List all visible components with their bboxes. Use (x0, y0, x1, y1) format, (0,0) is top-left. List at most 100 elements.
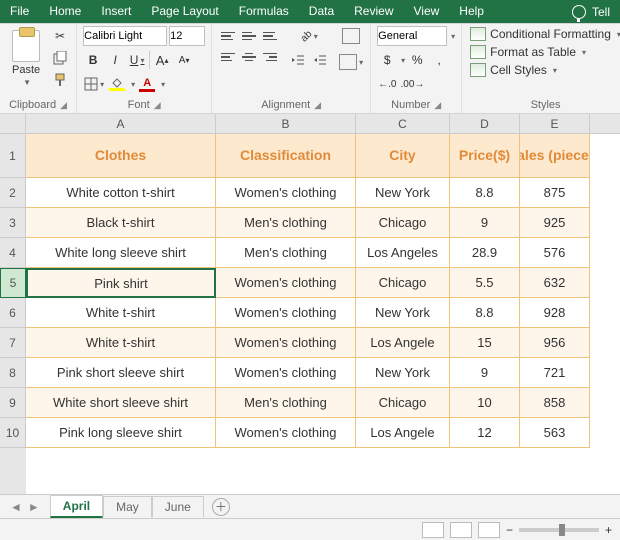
cell[interactable]: Women's clothing (216, 298, 356, 328)
column-header-D[interactable]: D (450, 114, 520, 133)
cell[interactable]: White cotton t-shirt (26, 178, 216, 208)
cell[interactable]: New York (356, 358, 450, 388)
row-header-9[interactable]: 9 (0, 388, 26, 418)
cell[interactable]: Men's clothing (216, 388, 356, 418)
dialog-launcher-icon[interactable]: ◢ (60, 100, 67, 111)
row-header-6[interactable]: 6 (0, 298, 26, 328)
header-cell[interactable]: Clothes (26, 134, 216, 178)
cell[interactable]: White long sleeve shirt (26, 238, 216, 268)
chevron-down-icon[interactable]: ▾ (401, 56, 405, 65)
cell-styles-button[interactable]: Cell Styles▾ (468, 62, 620, 78)
wrap-text-button[interactable] (341, 26, 361, 46)
percent-format-button[interactable]: % (407, 50, 427, 70)
page-break-view-button[interactable] (478, 522, 500, 538)
cell[interactable]: 563 (520, 418, 590, 448)
row-header-8[interactable]: 8 (0, 358, 26, 388)
align-middle-button[interactable] (239, 26, 259, 46)
dialog-launcher-icon[interactable]: ◢ (154, 100, 161, 111)
tab-view[interactable]: View (404, 0, 450, 23)
tab-help[interactable]: Help (449, 0, 494, 23)
zoom-in-button[interactable]: + (605, 523, 612, 537)
cell[interactable]: New York (356, 298, 450, 328)
row-header-1[interactable]: 1 (0, 134, 26, 178)
comma-format-button[interactable]: , (429, 50, 449, 70)
row-header-2[interactable]: 2 (0, 178, 26, 208)
number-format-select[interactable] (377, 26, 447, 46)
cut-button[interactable]: ✂ (50, 26, 70, 46)
worksheet-grid[interactable]: ClothesClassificationCityPrice($)Sales (… (26, 134, 620, 494)
cell[interactable]: 8.8 (450, 178, 520, 208)
sheet-tab-active[interactable]: April (50, 495, 103, 518)
dialog-launcher-icon[interactable]: ◢ (314, 100, 321, 111)
cell[interactable]: Chicago (356, 388, 450, 418)
cell[interactable]: Women's clothing (216, 328, 356, 358)
align-left-button[interactable] (218, 47, 238, 67)
paste-button[interactable]: Paste ▼ (6, 26, 46, 91)
column-header-A[interactable]: A (26, 114, 216, 133)
cell[interactable]: Chicago (356, 268, 450, 298)
align-center-button[interactable] (239, 47, 259, 67)
zoom-slider[interactable] (519, 528, 599, 532)
header-cell[interactable]: Classification (216, 134, 356, 178)
row-header-4[interactable]: 4 (0, 238, 26, 268)
cell[interactable]: 875 (520, 178, 590, 208)
cell[interactable]: 5.5 (450, 268, 520, 298)
normal-view-button[interactable] (422, 522, 444, 538)
cell[interactable]: Women's clothing (216, 358, 356, 388)
underline-button[interactable]: U▾ (127, 50, 147, 70)
increase-decimal-button[interactable]: ←.0 (377, 74, 397, 94)
cell[interactable]: White short sleeve shirt (26, 388, 216, 418)
header-cell[interactable]: Price($) (450, 134, 520, 178)
header-cell[interactable]: City (356, 134, 450, 178)
cell[interactable]: 925 (520, 208, 590, 238)
cell[interactable]: Pink short sleeve shirt (26, 358, 216, 388)
merge-center-button[interactable]: ▾ (338, 52, 364, 72)
sheet-tab[interactable]: June (152, 496, 204, 517)
tab-file[interactable]: File (0, 0, 39, 23)
chevron-down-icon[interactable]: ▾ (131, 80, 135, 89)
select-all-cell[interactable] (0, 114, 26, 133)
cell[interactable]: Women's clothing (216, 418, 356, 448)
format-painter-button[interactable] (50, 70, 70, 90)
accounting-format-button[interactable]: $ (377, 50, 397, 70)
tab-data[interactable]: Data (299, 0, 344, 23)
row-header-3[interactable]: 3 (0, 208, 26, 238)
column-header-C[interactable]: C (356, 114, 450, 133)
font-size-select[interactable] (169, 26, 205, 46)
cell[interactable]: Los Angele (356, 328, 450, 358)
cell[interactable]: 15 (450, 328, 520, 358)
sheet-tab[interactable]: May (103, 496, 152, 517)
tab-home[interactable]: Home (39, 0, 91, 23)
cell[interactable]: Men's clothing (216, 238, 356, 268)
decrease-font-button[interactable]: A▾ (174, 50, 194, 70)
cell[interactable]: Los Angele (356, 418, 450, 448)
format-as-table-button[interactable]: Format as Table▾ (468, 44, 620, 60)
cell[interactable]: Pink long sleeve shirt (26, 418, 216, 448)
decrease-decimal-button[interactable]: .00→ (400, 74, 426, 94)
header-cell[interactable]: Sales (pieces) (520, 134, 590, 178)
cell[interactable]: 632 (520, 268, 590, 298)
align-right-button[interactable] (260, 47, 280, 67)
borders-button[interactable]: ▾ (83, 74, 105, 94)
tell-me[interactable]: Tell (562, 0, 620, 23)
cell[interactable]: Pink shirt (26, 268, 216, 298)
row-header-10[interactable]: 10 (0, 418, 26, 448)
cell[interactable]: 10 (450, 388, 520, 418)
zoom-out-button[interactable]: − (506, 523, 513, 537)
cell[interactable]: 12 (450, 418, 520, 448)
tab-insert[interactable]: Insert (91, 0, 141, 23)
conditional-formatting-button[interactable]: Conditional Formatting▾ (468, 26, 620, 42)
bold-button[interactable]: B (83, 50, 103, 70)
chevron-down-icon[interactable]: ▾ (451, 32, 455, 41)
column-header-B[interactable]: B (216, 114, 356, 133)
chevron-down-icon[interactable]: ▾ (161, 80, 165, 89)
cell[interactable]: 576 (520, 238, 590, 268)
copy-button[interactable] (50, 48, 70, 68)
cell[interactable]: 858 (520, 388, 590, 418)
cell[interactable]: 9 (450, 358, 520, 388)
cell[interactable]: 8.8 (450, 298, 520, 328)
increase-indent-button[interactable] (310, 50, 330, 70)
decrease-indent-button[interactable] (288, 50, 308, 70)
cell[interactable]: Men's clothing (216, 208, 356, 238)
page-layout-view-button[interactable] (450, 522, 472, 538)
